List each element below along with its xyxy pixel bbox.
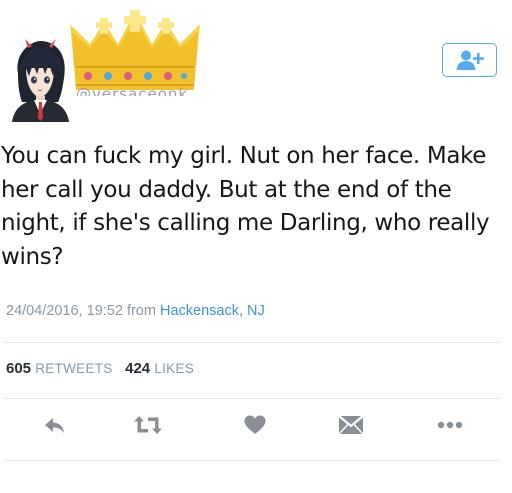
tweet-card: @versaceonk You can fuck my girl. Nut on…: [0, 0, 512, 493]
username-handle[interactable]: @versaceonk: [76, 86, 204, 96]
location-link[interactable]: Hackensack, NJ: [160, 303, 265, 319]
retweets-count: 605: [6, 360, 32, 377]
more-icon: [437, 421, 463, 429]
more-button[interactable]: [435, 412, 465, 438]
retweet-button[interactable]: [133, 412, 163, 438]
add-user-icon: [456, 50, 484, 70]
follow-button[interactable]: [442, 43, 497, 77]
likes-count: 424: [125, 360, 151, 377]
direct-message-button[interactable]: [336, 412, 366, 438]
reply-icon: [45, 418, 64, 433]
like-button[interactable]: [240, 412, 270, 438]
envelope-icon: [338, 415, 364, 435]
likes-label: LIKES: [154, 361, 195, 376]
divider: [4, 342, 500, 343]
tweet-stats: 605 RETWEETS 424 LIKES: [6, 360, 194, 377]
retweets-stat[interactable]: 605 RETWEETS: [6, 360, 117, 377]
tweet-text: You can fuck my girl. Nut on her face. M…: [1, 143, 490, 270]
retweets-label: RETWEETS: [35, 361, 113, 376]
timestamp[interactable]: 24/04/2016, 19:52: [6, 303, 123, 319]
reply-button[interactable]: [40, 412, 70, 438]
heart-icon: [244, 415, 266, 434]
tweet-meta: 24/04/2016, 19:52 from Hackensack, NJ: [6, 303, 265, 319]
retweet-icon: [134, 416, 162, 434]
crown-icon: [60, 8, 210, 98]
divider: [4, 398, 500, 399]
from-label: from: [126, 303, 156, 319]
likes-stat[interactable]: 424 LIKES: [125, 360, 194, 377]
divider: [4, 460, 500, 461]
